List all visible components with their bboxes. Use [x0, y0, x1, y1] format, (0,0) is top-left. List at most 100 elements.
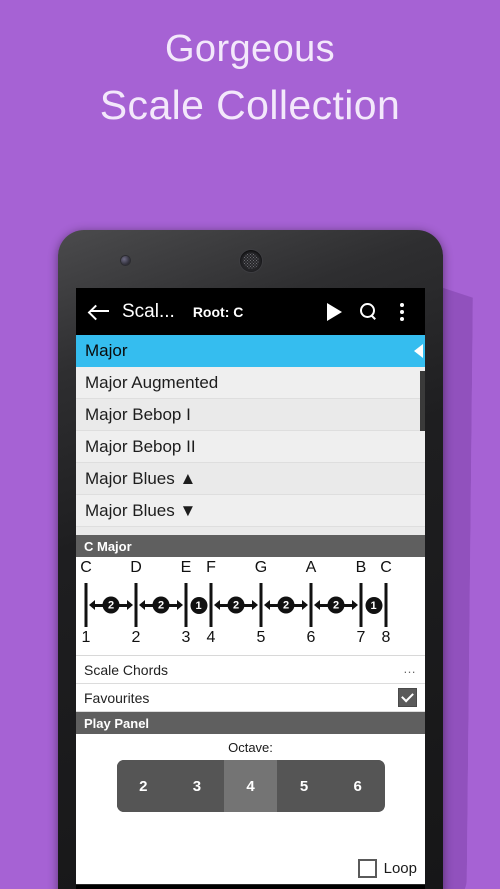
- interval-diagram-inner: C D E F G A B C 2 2 1 2 2 2 1 1 2 3 4 5 …: [80, 557, 425, 655]
- note-tick: [359, 583, 363, 627]
- degree-label: 2: [131, 629, 141, 646]
- promo-headline-line2: Scale Collection: [99, 82, 401, 129]
- list-item[interactable]: Major Augmented: [76, 367, 425, 399]
- search-icon: [359, 303, 377, 320]
- scale-name: Major Bebop II: [85, 436, 196, 456]
- earpiece-speaker-icon: [239, 250, 262, 272]
- play-panel: Octave: 2 3 4 5 6 Loop: [76, 734, 425, 884]
- phone-device-frame: Scal... Root: C Major Major Augmented Ma…: [58, 230, 443, 889]
- scale-chords-row[interactable]: Scale Chords …: [76, 656, 425, 684]
- list-item[interactable]: Major Bebop II: [76, 431, 425, 463]
- interval-span: 2: [264, 596, 308, 614]
- overflow-menu-button[interactable]: [385, 292, 419, 332]
- degree-label: 4: [206, 629, 216, 646]
- app-bar: Scal... Root: C: [76, 288, 425, 335]
- phone-screen: Scal... Root: C Major Major Augmented Ma…: [76, 288, 425, 884]
- degree-label: 6: [306, 629, 316, 646]
- note-label: D: [130, 559, 142, 576]
- app-title: Scal...: [122, 300, 175, 322]
- note-label: C: [380, 559, 392, 576]
- interval-value: 1: [190, 597, 207, 614]
- list-item[interactable]: Major Blues ▲: [76, 463, 425, 495]
- note-label: C: [80, 559, 92, 576]
- degree-label: 8: [381, 629, 391, 646]
- note-tick: [384, 583, 388, 627]
- loop-checkbox[interactable]: [357, 859, 377, 878]
- scale-name: Major Blues ▼: [85, 500, 197, 520]
- interval-span: 2: [89, 596, 133, 614]
- nav-recents-button[interactable]: [345, 885, 389, 889]
- favourites-label: Favourites: [84, 689, 150, 706]
- overflow-menu-icon: [400, 302, 404, 321]
- scale-chords-label: Scale Chords: [84, 661, 169, 678]
- note-tick: [259, 583, 263, 627]
- play-panel-title: Play Panel: [84, 715, 150, 731]
- interval-value: 2: [227, 596, 245, 614]
- loop-label: Loop: [383, 860, 417, 877]
- interval-span: 2: [214, 596, 258, 614]
- interval-value: 1: [365, 597, 382, 614]
- octave-option-3[interactable]: 3: [170, 760, 224, 812]
- nav-back-button[interactable]: [112, 885, 156, 889]
- list-scrollbar[interactable]: [420, 371, 425, 431]
- root-note-label[interactable]: Root: C: [193, 304, 317, 320]
- interval-value: 2: [277, 596, 295, 614]
- nav-home-button[interactable]: [228, 885, 272, 889]
- scale-detail-title: C Major: [84, 538, 132, 554]
- note-tick: [84, 583, 88, 627]
- degree-label: 1: [81, 629, 91, 646]
- list-item[interactable]: Major Bebop I: [76, 399, 425, 431]
- note-label: F: [206, 559, 216, 576]
- scale-name: Major Augmented: [85, 372, 219, 392]
- loop-row[interactable]: Loop: [357, 859, 417, 878]
- interval-value: 2: [152, 596, 170, 614]
- note-label: E: [180, 559, 192, 576]
- search-button[interactable]: [351, 292, 385, 332]
- octave-option-6[interactable]: 6: [330, 760, 385, 812]
- list-item[interactable]: Major: [76, 335, 425, 367]
- degree-label: 7: [356, 629, 366, 646]
- scale-name: Major Bebop I: [85, 404, 191, 424]
- octave-option-5[interactable]: 5: [277, 760, 331, 812]
- scale-name: Major Blues ▲: [85, 468, 197, 488]
- note-label: B: [355, 559, 367, 576]
- more-options-icon[interactable]: …: [403, 663, 417, 675]
- interval-diagram: C D E F G A B C 2 2 1 2 2 2 1 1 2 3 4 5 …: [76, 557, 425, 656]
- promo-headline-line1: Gorgeous: [164, 28, 336, 70]
- degree-label: 5: [256, 629, 266, 646]
- interval-value: 2: [327, 596, 345, 614]
- back-button[interactable]: [82, 292, 116, 332]
- degree-label: 3: [181, 629, 191, 646]
- promo-headline: Gorgeous Scale Collection: [0, 26, 500, 130]
- note-label: A: [305, 559, 317, 576]
- interval-value: 2: [102, 596, 120, 614]
- selected-indicator-icon: [414, 343, 423, 358]
- scale-detail-header: C Major: [76, 535, 425, 557]
- list-item[interactable]: Major Blues ▼: [76, 495, 425, 527]
- octave-label: Octave:: [228, 740, 273, 755]
- octave-option-2[interactable]: 2: [116, 760, 171, 812]
- phone-top-bezel: [58, 230, 443, 288]
- note-tick: [134, 583, 138, 627]
- favourites-row[interactable]: Favourites: [76, 684, 425, 712]
- play-icon: [326, 302, 342, 321]
- interval-span: 2: [314, 596, 358, 614]
- note-tick: [309, 583, 313, 627]
- note-tick: [209, 583, 213, 627]
- scale-name: Major: [85, 340, 128, 360]
- scale-name: Major Pentatonic: [85, 533, 213, 536]
- android-navigation-bar: [76, 884, 425, 889]
- scale-list[interactable]: Major Major Augmented Major Bebop I Majo…: [76, 335, 425, 535]
- interval-span: 2: [139, 596, 183, 614]
- favourites-checkbox[interactable]: [398, 688, 417, 707]
- octave-option-4[interactable]: 4: [223, 760, 278, 812]
- front-camera-icon: [121, 256, 130, 265]
- list-item[interactable]: Major Pentatonic: [76, 527, 425, 535]
- note-tick: [184, 583, 188, 627]
- play-panel-header: Play Panel: [76, 712, 425, 734]
- note-label: G: [254, 559, 268, 576]
- promo-screenshot: Gorgeous Scale Collection Scal... Root: …: [0, 0, 500, 889]
- play-button[interactable]: [317, 292, 351, 332]
- octave-selector[interactable]: 2 3 4 5 6: [116, 760, 385, 812]
- back-arrow-icon: [89, 304, 109, 319]
